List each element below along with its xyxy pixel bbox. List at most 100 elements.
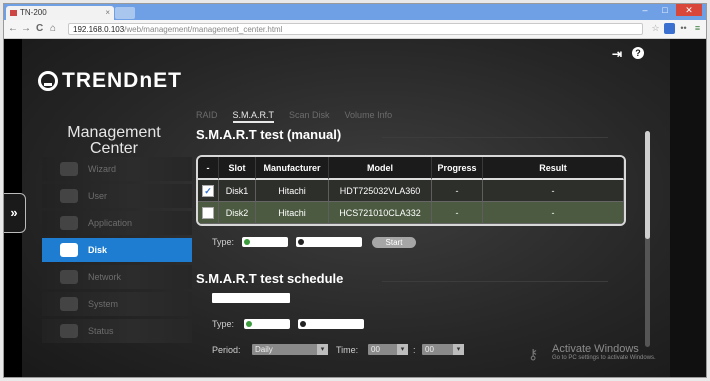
sidebar-item-wizard[interactable]: Wizard — [42, 157, 192, 181]
tab-smart[interactable]: S.M.A.R.T — [232, 110, 275, 123]
result-cell: - — [483, 202, 624, 224]
forward-button[interactable]: → — [21, 23, 31, 35]
schedule-enable-field[interactable] — [212, 293, 290, 303]
tab-title: TN-200 — [20, 8, 47, 17]
manufacturer-cell: Hitachi — [256, 202, 329, 224]
extension-icon[interactable]: •• — [678, 23, 689, 34]
browser-window: TN-200 × – □ ✕ ← → C ⌂ 192.168.0.103/web… — [3, 3, 707, 378]
users-icon — [60, 189, 78, 203]
section-divider — [382, 281, 608, 282]
chevron-down-icon: ▾ — [317, 344, 328, 355]
sidebar-item-application[interactable]: Application — [42, 211, 192, 235]
row-select-cell[interactable]: ✓ — [198, 180, 219, 202]
page-viewport: TRENDnET ⇥ ? Management Center Wizard Us… — [4, 39, 706, 377]
period-label: Period: — [212, 345, 241, 355]
result-cell: - — [483, 180, 624, 202]
manual-type-extended-radio[interactable] — [296, 237, 362, 247]
table-header-row: - Slot Manufacturer Model Progress Resul… — [198, 157, 624, 180]
period-select[interactable]: Daily ▾ — [252, 344, 328, 355]
minute-select[interactable]: 00 ▾ — [422, 344, 464, 355]
slot-cell: Disk2 — [219, 202, 256, 224]
column-header: Result — [483, 157, 624, 180]
minute-value: 00 — [425, 345, 434, 354]
tab-volume-info[interactable]: Volume Info — [345, 110, 393, 123]
window-controls: – □ ✕ — [636, 4, 702, 18]
column-header: Progress — [432, 157, 483, 180]
logo-text: TRENDnET — [62, 69, 182, 92]
table-row[interactable]: Disk2 Hitachi HCS721010CLA332 - - — [198, 202, 624, 224]
browser-tab[interactable]: TN-200 × — [6, 6, 114, 20]
key-icon: ⚷ — [528, 346, 539, 362]
logout-icon[interactable]: ⇥ — [612, 47, 622, 61]
sidebar-item-label: Network — [88, 272, 122, 282]
sidebar-item-label: Wizard — [88, 164, 117, 174]
model-cell: HCS721010CLA332 — [329, 202, 432, 224]
section-divider — [382, 137, 608, 138]
right-strip — [666, 39, 706, 377]
sidebar-item-disk[interactable]: Disk — [42, 238, 192, 262]
help-icon[interactable]: ? — [632, 47, 644, 59]
watermark-title: Activate Windows — [552, 343, 639, 355]
management-center-title: Management Center — [67, 124, 161, 157]
reload-button[interactable]: C — [36, 23, 43, 35]
home-button[interactable]: ⌂ — [50, 23, 56, 35]
extension-icon[interactable] — [664, 23, 675, 34]
subtab-bar: RAID S.M.A.R.T Scan Disk Volume Info — [196, 110, 392, 123]
time-separator: : — [413, 345, 416, 355]
column-header: Model — [329, 157, 432, 180]
manufacturer-cell: Hitachi — [256, 180, 329, 202]
radio-icon — [298, 239, 304, 245]
row-checkbox[interactable]: ✓ — [202, 184, 214, 197]
menu-icon[interactable]: ≡ — [692, 23, 703, 34]
star-icon[interactable]: ☆ — [650, 23, 661, 34]
hour-value: 00 — [371, 345, 380, 354]
bars-icon — [60, 324, 78, 338]
schedule-type-label: Type: — [212, 319, 235, 329]
slot-cell: Disk1 — [219, 180, 256, 202]
sidebar-item-user[interactable]: User — [42, 184, 192, 208]
trendnet-logo: TRENDnET — [38, 69, 182, 93]
url-field[interactable]: 192.168.0.103/web/management/management_… — [68, 23, 643, 35]
progress-cell: - — [432, 180, 483, 202]
url-path: /web/management/management_center.html — [124, 25, 283, 34]
tab-strip: TN-200 × – □ ✕ — [4, 4, 706, 20]
management-panel: TRENDnET ⇥ ? Management Center Wizard Us… — [22, 39, 670, 377]
back-button[interactable]: ← — [8, 23, 18, 35]
row-checkbox[interactable] — [202, 206, 214, 219]
sidebar-item-status[interactable]: Status — [42, 319, 192, 343]
schedule-type-quick-radio[interactable] — [244, 319, 290, 329]
tab-raid[interactable]: RAID — [196, 110, 218, 123]
url-host: 192.168.0.103 — [73, 25, 125, 34]
sidebar-item-label: Disk — [88, 245, 108, 255]
expand-sidebar-button[interactable]: » — [4, 193, 26, 233]
radio-icon — [300, 321, 306, 327]
tab-close-icon[interactable]: × — [105, 6, 110, 20]
new-tab-button[interactable] — [115, 7, 135, 19]
sidebar-item-label: Application — [88, 218, 133, 228]
radio-selected-icon — [244, 239, 250, 245]
maximize-button[interactable]: □ — [656, 4, 674, 16]
sidebar-menu: Wizard User Application Disk Network Sys… — [42, 157, 192, 346]
manual-type-quick-radio[interactable] — [242, 237, 288, 247]
close-window-button[interactable]: ✕ — [676, 4, 702, 16]
column-header: Manufacturer — [256, 157, 329, 180]
schedule-type-extended-radio[interactable] — [298, 319, 364, 329]
minimize-button[interactable]: – — [636, 4, 654, 16]
table-row[interactable]: ✓ Disk1 Hitachi HDT725032VLA360 - - — [198, 180, 624, 202]
sidebar-item-system[interactable]: System — [42, 292, 192, 316]
column-header: Slot — [219, 157, 256, 180]
hour-select[interactable]: 00 ▾ — [368, 344, 408, 355]
period-value: Daily — [255, 345, 273, 354]
activate-windows-watermark: Activate Windows Go to PC settings to ac… — [552, 343, 656, 361]
network-icon — [60, 270, 78, 284]
wand-icon — [60, 162, 78, 176]
sidebar-item-label: System — [88, 299, 119, 309]
tab-scan-disk[interactable]: Scan Disk — [289, 110, 330, 123]
scrollbar-thumb[interactable] — [645, 131, 650, 239]
sidebar-item-label: Status — [88, 326, 114, 336]
start-button[interactable]: Start — [372, 237, 416, 248]
schedule-section-title: S.M.A.R.T test schedule — [196, 271, 344, 286]
row-select-cell[interactable] — [198, 202, 219, 224]
logo-icon — [38, 71, 58, 91]
sidebar-item-network[interactable]: Network — [42, 265, 192, 289]
